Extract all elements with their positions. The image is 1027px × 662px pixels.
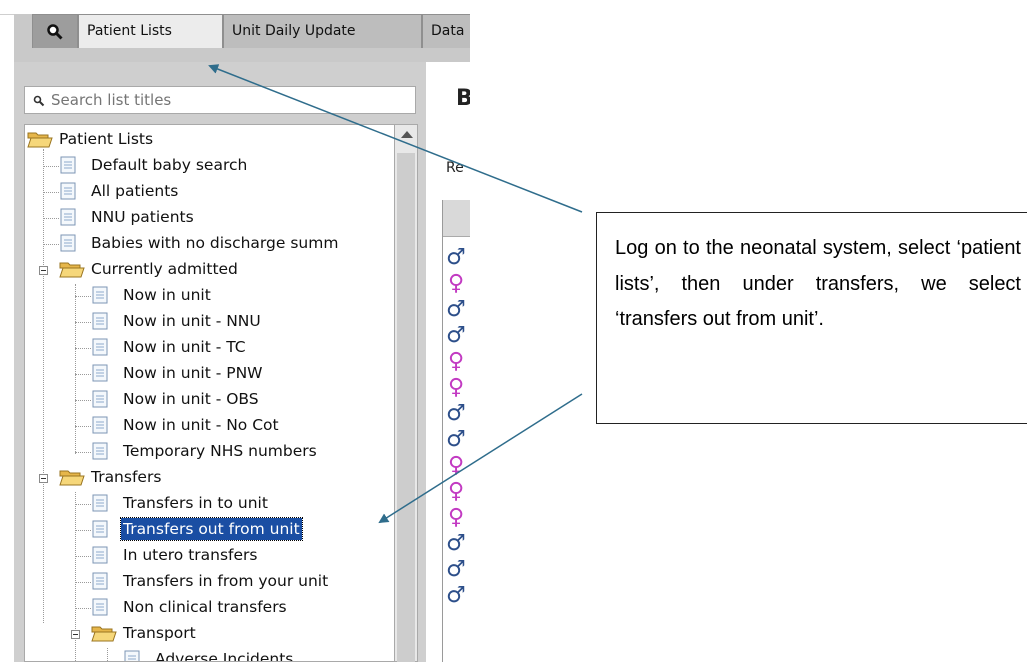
annotation-arrows [208,64,583,524]
arrow-to-patient-lists-tab [208,64,583,213]
arrow-to-transfers-out [378,393,583,524]
